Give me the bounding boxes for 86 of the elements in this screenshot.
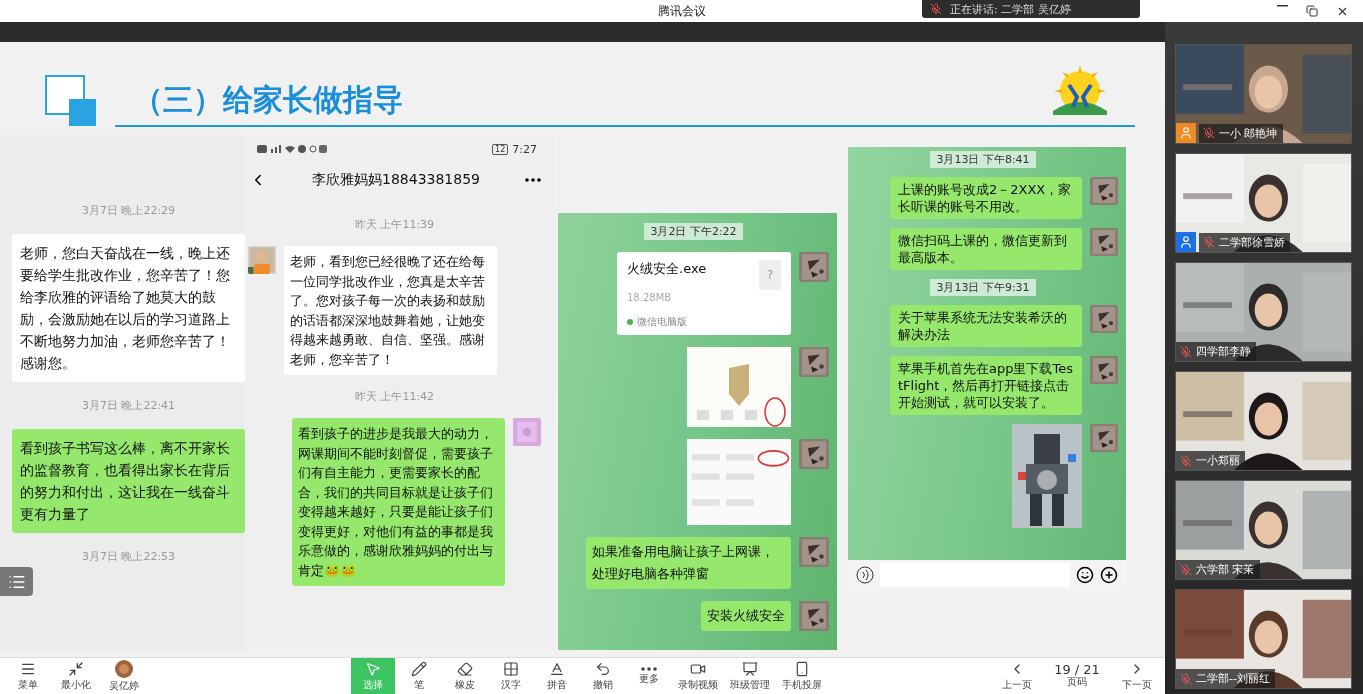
participant-name: 二学部--刘丽红 [1196, 671, 1270, 686]
next-page-button[interactable]: 下一页 [1115, 658, 1159, 694]
letter-icon [549, 660, 565, 677]
tool-button[interactable]: 录制视频 [673, 658, 723, 694]
mic-off-icon [1180, 454, 1192, 467]
tool-button[interactable]: 手机投屏 [777, 658, 827, 694]
video-tile[interactable]: 二学部--刘丽红 [1175, 589, 1352, 689]
tool-button[interactable]: 撤销 [581, 658, 625, 694]
pen-icon [411, 660, 427, 677]
board-icon [742, 660, 758, 677]
chat-bubble: 老师，看到您已经很晚了还在给每一位同学批改作业，您真是太辛苦了。您对孩子每一次的表扬和鼓励的话语都深深地鼓舞着她，让她变得越来越勇敢、自信、坚强。感谢老师，您辛苦了！ [284, 246, 497, 375]
mic-off-icon [1180, 563, 1192, 576]
restore-icon [1306, 4, 1318, 17]
timestamp: 3月2日 下午2:22 [644, 223, 743, 240]
chat-bubble: 上课的账号改成2－2XXX，家长听课的账号不用改。 [890, 177, 1082, 219]
minimize-icon [1277, 4, 1288, 7]
participant-name: 四学部李静 [1196, 344, 1251, 359]
timestamp: 昨天 上午11:42 [354, 389, 435, 404]
window-title: 腾讯会议 [657, 2, 706, 20]
profile-button[interactable]: 吴亿婷 [102, 658, 146, 694]
clock-text: 7:27 [512, 142, 537, 156]
chat-bubble: 苹果手机首先在app里下载TestFlight，然后再打开链接点击开始测试，就可以安装了。 [890, 356, 1082, 415]
mic-off-icon [1203, 236, 1215, 248]
mic-off-icon [930, 3, 942, 15]
list-button[interactable] [0, 567, 33, 596]
undo-icon [595, 660, 611, 677]
avatar-icon [115, 659, 133, 678]
chat-bubble: 看到孩子的进步是我最大的动力，网课期间不能时刻督促，需要孩子们有自主能力，更需要家长的配合，我们的共同目标就是让孩子们变得越来越好，只要是能让孩子们变得更好，对他们有益的事都是我乐意做的，感谢欣雅妈妈的付出与肯定🐸🐸 [292, 418, 505, 586]
speaking-text: 正在讲话: 二学部 吴亿婷 [950, 1, 1071, 17]
chat-bubble: 关于苹果系统无法安装希沃的解决办法 [890, 305, 1082, 347]
video-tile[interactable]: 一小 郎艳坤 [1175, 44, 1352, 144]
phone-icon [794, 660, 810, 677]
previous-page-button[interactable]: 上一页 [995, 658, 1039, 694]
tool-button[interactable]: 拼音 [535, 658, 579, 694]
file-card[interactable]: 火绒安全.exe ? 18.28MB 微信电脑版 [617, 252, 791, 335]
mic-off-icon [1203, 127, 1215, 139]
chat-bubble: 安装火绒安全 [701, 601, 791, 631]
eraser-icon [457, 660, 473, 677]
file-icon: ? [759, 260, 781, 290]
participant-name: 二学部徐雪娇 [1219, 234, 1285, 250]
participant-name: 六学部 宋茉 [1196, 562, 1255, 577]
video-tile[interactable]: 二学部徐雪娇 [1175, 153, 1352, 253]
mic-off-icon [1180, 672, 1192, 685]
file-size: 18.28MB [627, 292, 673, 303]
more-icon [641, 666, 657, 671]
timestamp: 3月13日 下午9:31 [930, 279, 1036, 296]
voice-icon [856, 566, 874, 584]
video-tile[interactable]: 一小郑丽 [1175, 371, 1352, 471]
mic-off-icon [1180, 345, 1192, 358]
timestamp: 3月7日 晚上22:41 [81, 398, 176, 413]
tool-button[interactable]: 更多 [627, 658, 671, 694]
restore-button[interactable] [1306, 4, 1318, 18]
chat-bubble: 看到孩子书写这么棒，离不开家长的监督教育，也看得出家长在背后的努力和付出，这让我在一线奋斗更有力量了 [12, 429, 245, 533]
battery-icon: 12 [492, 143, 509, 155]
page-label: 页码 [1067, 676, 1087, 688]
dot-icon [627, 319, 633, 325]
timestamp: 3月7日 晚上22:53 [81, 549, 176, 564]
toolbar-button[interactable]: 最小化 [54, 658, 98, 694]
timestamp: 3月7日 晚上22:29 [81, 203, 176, 218]
more-icon [525, 178, 541, 182]
chat-bubble: 老师，您白天奋战在一线，晚上还要给学生批改作业，您辛苦了！您给李欣雅的评语给了她莫大的鼓励，会激励她在以后的学习道路上不断地努力加油，老师您辛苦了！感谢您。 [12, 234, 245, 382]
timestamp: 昨天 上午11:39 [354, 217, 435, 232]
file-source: 微信电脑版 [637, 315, 687, 329]
video-tile[interactable]: 六学部 宋茉 [1175, 480, 1352, 580]
contact-name: 李欣雅妈妈18843381859 [311, 171, 481, 189]
participant-name: 一小 郎艳坤 [1219, 125, 1278, 141]
squares-icon [45, 75, 97, 127]
page-number: 19 / 21 [1054, 664, 1100, 676]
tool-button[interactable]: 笔 [397, 658, 441, 694]
slide-title: （三）给家长做指导 [132, 81, 403, 119]
emoji-icon[interactable] [1076, 566, 1094, 584]
video-tile[interactable]: 四学部李静 [1175, 262, 1352, 362]
toolbar-button[interactable]: 菜单 [6, 658, 50, 694]
chat-bubble: 如果准备用电脑让孩子上网课，处理好电脑各种弹窗 [586, 537, 791, 589]
tool-button[interactable]: 橡皮 [443, 658, 487, 694]
chat-bubble: 微信扫码上课的，微信更新到最高版本。 [890, 228, 1082, 270]
grid-icon [503, 660, 519, 677]
plus-icon[interactable] [1100, 566, 1118, 584]
tool-button[interactable]: 汉字 [489, 658, 533, 694]
participant-name: 一小郑丽 [1196, 453, 1240, 468]
tool-button[interactable]: 班级管理 [725, 658, 775, 694]
pointer-icon [365, 660, 381, 677]
minimize-icon [68, 660, 84, 677]
status-icons-drawing [257, 144, 327, 154]
file-name: 火绒安全.exe [627, 260, 707, 278]
timestamp: 3月13日 下午8:41 [930, 151, 1036, 168]
